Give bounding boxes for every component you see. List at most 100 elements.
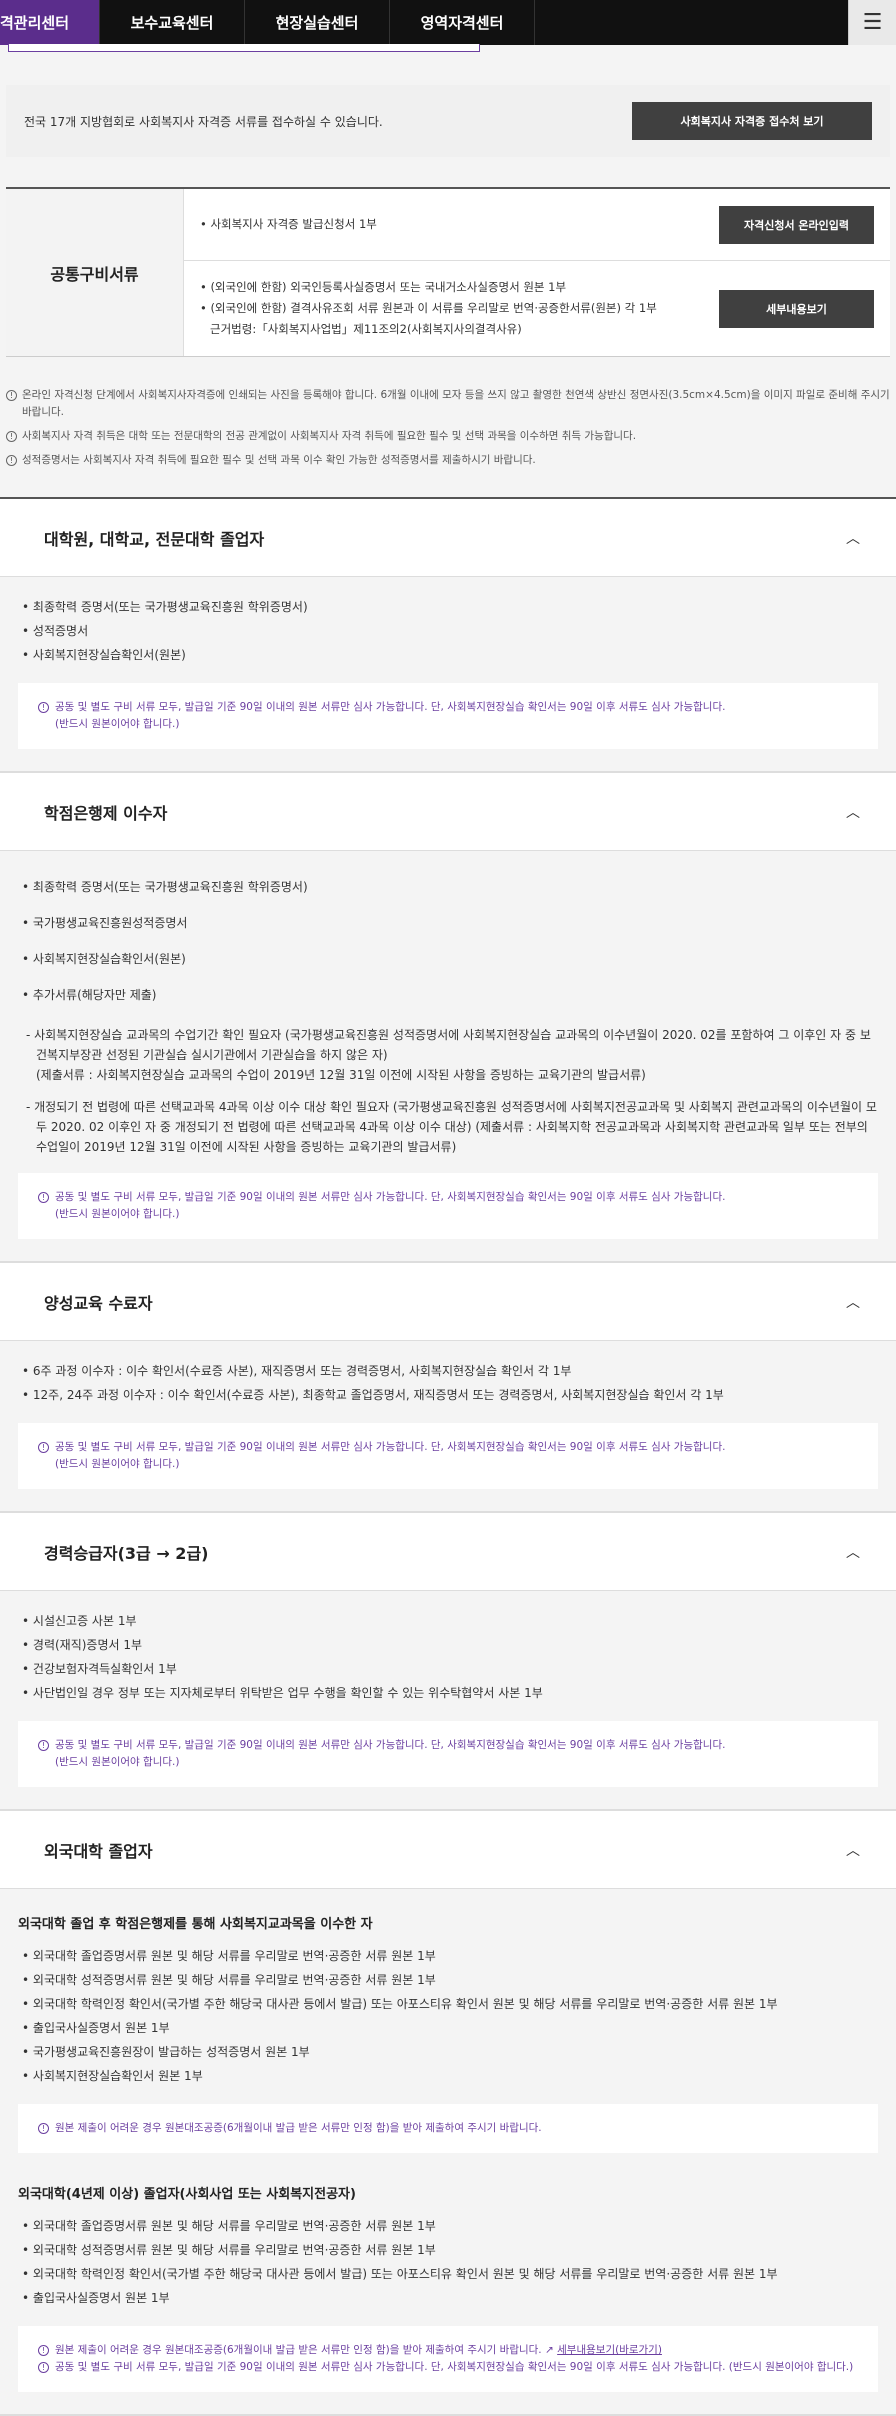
info-icon: !	[38, 2345, 49, 2356]
section-body-university: 최종학력 증명서(또는 국가평생교육진흥원 학위증명서) 성적증명서 사회복지현…	[0, 577, 896, 773]
notice-box: ! 공동 및 별도 구비 서류 모두, 발급일 기준 90일 이내의 원본 서류만…	[18, 1423, 878, 1489]
list-item: 최종학력 증명서(또는 국가평생교육진흥원 학위증명서)	[18, 869, 878, 905]
notice-text: 원본 제출이 어려운 경우 원본대조공증(6개월이내 발급 받은 서류만 인정 …	[55, 2122, 542, 2134]
info-icon: !	[6, 390, 17, 401]
list-item: 사회복지현장실습확인서 원본 1부	[18, 2064, 878, 2088]
notice-box: ! 원본 제출이 어려운 경우 원본대조공증(6개월이내 발급 받은 서류만 인정…	[18, 2104, 878, 2153]
list-item: 외국대학 졸업증명서류 원본 및 해당 서류를 우리말로 번역·공증한 서류 원…	[18, 1944, 878, 1968]
section-body-training: 6주 과정 이수자 : 이수 확인서(수료증 사본), 재직증명서 또는 경력증…	[0, 1341, 896, 1513]
reception-info-box: 전국 17개 지방협회로 사회복지사 자격증 서류를 접수하실 수 있습니다. …	[6, 85, 890, 157]
section-body-credit-bank: 최종학력 증명서(또는 국가평생교육진흥원 학위증명서) 국가평생교육진흥원성적…	[0, 851, 896, 1263]
sub-item: - 개정되기 전 법령에 따른 선택교과목 4과목 이상 이수 대상 확인 필요…	[26, 1100, 877, 1154]
list-item: 사단법인일 경우 정부 또는 지자체로부터 위탁받은 업무 수행을 확인할 수 …	[18, 1681, 878, 1705]
list-item: 시설신고증 사본 1부	[18, 1609, 878, 1633]
section-title: 경력승급자(3급 → 2급)	[44, 1543, 209, 1563]
view-reception-button[interactable]: 사회복지사 자격증 접수처 보기	[632, 102, 872, 140]
info-icon: !	[38, 1442, 49, 1453]
section-header-career-upgrade[interactable]: 경력승급자(3급 → 2급) ︿	[0, 1513, 896, 1591]
top-nav: 격관리센터 보수교육센터 현장실습센터 영역자격센터 ☰	[0, 0, 896, 45]
list-item: 6주 과정 이수자 : 이수 확인서(수료증 사본), 재직증명서 또는 경력증…	[18, 1359, 878, 1383]
list-item: 경력(재직)증명서 1부	[18, 1633, 878, 1657]
detail-link[interactable]: 세부내용보기(바로가기)	[557, 2344, 662, 2356]
notice-text: (반드시 원본이어야 합니다.)	[55, 718, 180, 730]
notice-text: 공동 및 별도 구비 서류 모두, 발급일 기준 90일 이내의 원본 서류만 …	[55, 1441, 726, 1453]
list-item: 최종학력 증명서(또는 국가평생교육진흥원 학위증명서)	[18, 595, 878, 619]
tab-field-practice[interactable]: 현장실습센터	[245, 0, 390, 45]
note-text: 사회복지사 자격 취득은 대학 또는 전문대학의 전공 관계없이 사회복지사 자…	[22, 430, 637, 442]
list-item: 출입국사실증명서 원본 1부	[18, 2286, 878, 2310]
chevron-up-icon[interactable]: ︿	[846, 1542, 860, 1562]
section-body-foreign-university: 외국대학 졸업 후 학점은행제를 통해 사회복지교과목을 이수한 자 외국대학 …	[0, 1889, 896, 2416]
notice-text: 공동 및 별도 구비 서류 모두, 발급일 기준 90일 이내의 원본 서류만 …	[55, 2361, 854, 2373]
info-icon: !	[38, 1192, 49, 1203]
notice-box: ! 공동 및 별도 구비 서류 모두, 발급일 기준 90일 이내의 원본 서류만…	[18, 1173, 878, 1239]
info-icon: !	[38, 1740, 49, 1751]
tab-qualification-center[interactable]: 격관리센터	[0, 0, 100, 45]
section-title: 학점은행제 이수자	[44, 803, 168, 823]
legal-basis-text: 근거법령:「사회복지사업법」제11조의2(사회복지사의결격사유)	[210, 322, 522, 336]
common-documents-table: 공통구비서류 • 사회복지사 자격증 발급신청서 1부 자격신청서 온라인입력 …	[6, 187, 890, 357]
list-item: 건강보험자격득실확인서 1부	[18, 1657, 878, 1681]
notice-text: (반드시 원본이어야 합니다.)	[55, 1458, 180, 1470]
list-item: 국가평생교육진흥원성적증명서	[18, 905, 878, 941]
list-item: 사회복지현장실습확인서(원본)	[18, 941, 878, 977]
common-doc-line: • (외국인에 한함) 결격사유조회 서류 원본과 이 서류를 우리말로 번역·…	[200, 301, 657, 315]
hamburger-icon[interactable]: ☰	[848, 0, 896, 45]
list-item: 외국대학 성적증명서류 원본 및 해당 서류를 우리말로 번역·공증한 서류 원…	[18, 1968, 878, 1992]
chevron-up-icon[interactable]: ︿	[846, 528, 860, 548]
notice-text: 원본 제출이 어려운 경우 원본대조공증(6개월이내 발급 받은 서류만 인정 …	[55, 2344, 542, 2356]
info-icon: !	[6, 431, 17, 442]
list-item: 출입국사실증명서 원본 1부	[18, 2016, 878, 2040]
list-item: 외국대학 성적증명서류 원본 및 해당 서류를 우리말로 번역·공증한 서류 원…	[18, 2238, 878, 2262]
notice-text: 공동 및 별도 구비 서류 모두, 발급일 기준 90일 이내의 원본 서류만 …	[55, 1739, 726, 1751]
online-application-button[interactable]: 자격신청서 온라인입력	[719, 205, 874, 244]
section-header-university[interactable]: 대학원, 대학교, 전문대학 졸업자 ︿	[0, 499, 896, 577]
sub-item-text: (제출서류 : 사회복지현장실습 교과목의 수업이 2019년 12월 31일 …	[36, 1068, 646, 1082]
notice-text: (반드시 원본이어야 합니다.)	[55, 1208, 180, 1220]
list-item: 사회복지현장실습확인서(원본)	[18, 643, 878, 667]
note-text: 성적증명서는 사회복지사 자격 취득에 필요한 필수 및 선택 과목 이수 확인…	[22, 454, 536, 466]
subsection-title: 외국대학 졸업 후 학점은행제를 통해 사회복지교과목을 이수한 자	[18, 1917, 373, 1932]
notice-box: ! 공동 및 별도 구비 서류 모두, 발급일 기준 90일 이내의 원본 서류만…	[18, 1721, 878, 1787]
section-title: 양성교육 수료자	[44, 1293, 153, 1313]
chevron-up-icon[interactable]: ︿	[846, 1840, 860, 1860]
reception-info-text: 전국 17개 지방협회로 사회복지사 자격증 서류를 접수하실 수 있습니다.	[24, 114, 383, 129]
section-title: 외국대학 졸업자	[44, 1841, 153, 1861]
info-icon: !	[38, 702, 49, 713]
common-doc-line: • 사회복지사 자격증 발급신청서 1부	[200, 217, 377, 231]
common-documents-label: 공통구비서류	[6, 189, 184, 356]
sub-item: - 사회복지현장실습 교과목의 수업기간 확인 필요자 (국가평생교육진흥원 성…	[18, 1025, 878, 1085]
active-tab-indicator	[8, 44, 480, 52]
section-header-foreign-university[interactable]: 외국대학 졸업자 ︿	[0, 1811, 896, 1889]
section-title: 대학원, 대학교, 전문대학 졸업자	[44, 529, 265, 549]
list-item: 외국대학 학력인정 확인서(국가별 주한 해당국 대사관 등에서 발급) 또는 …	[18, 2262, 878, 2286]
section-body-career-upgrade: 시설신고증 사본 1부 경력(재직)증명서 1부 건강보험자격득실확인서 1부 …	[0, 1591, 896, 1811]
section-header-credit-bank[interactable]: 학점은행제 이수자 ︿	[0, 773, 896, 851]
view-details-button[interactable]: 세부내용보기	[719, 289, 874, 328]
accordion-sections: 대학원, 대학교, 전문대학 졸업자 ︿ 최종학력 증명서(또는 국가평생교육진…	[0, 497, 896, 2416]
notice-box: ! 원본 제출이 어려운 경우 원본대조공증(6개월이내 발급 받은 서류만 인정…	[18, 2326, 878, 2392]
notice-text: 공동 및 별도 구비 서류 모두, 발급일 기준 90일 이내의 원본 서류만 …	[55, 1191, 726, 1203]
chevron-up-icon[interactable]: ︿	[846, 802, 860, 822]
list-item: 12주, 24주 과정 이수자 : 이수 확인서(수료증 사본), 최종학교 졸…	[18, 1383, 878, 1407]
list-item: 추가서류(해당자만 제출)	[18, 977, 878, 1013]
notes-list: ! 온라인 자격신청 단계에서 사회복지사자격증에 인쇄되는 사진을 등록해야 합…	[6, 387, 890, 469]
list-item: 외국대학 학력인정 확인서(국가별 주한 해당국 대사관 등에서 발급) 또는 …	[18, 1992, 878, 2016]
note-text: 온라인 자격신청 단계에서 사회복지사자격증에 인쇄되는 사진을 등록해야 합니…	[22, 389, 890, 418]
tab-continuing-education[interactable]: 보수교육센터	[100, 0, 245, 45]
list-item: 국가평생교육진흥원장이 발급하는 성적증명서 원본 1부	[18, 2040, 878, 2064]
list-item: 성적증명서	[18, 619, 878, 643]
tab-area-qualification[interactable]: 영역자격센터	[390, 0, 535, 45]
section-header-training[interactable]: 양성교육 수료자 ︿	[0, 1263, 896, 1341]
chevron-up-icon[interactable]: ︿	[846, 1292, 860, 1312]
notice-text: (반드시 원본이어야 합니다.)	[55, 1756, 180, 1768]
subsection-title: 외국대학(4년제 이상) 졸업자(사회사업 또는 사회복지전공자)	[18, 2187, 356, 2202]
common-doc-line: • (외국인에 한함) 외국인등록사실증명서 또는 국내거소사실증명서 원본 1…	[200, 280, 567, 294]
external-link-icon: ↗	[544, 2344, 554, 2356]
sub-item-text: - 사회복지현장실습 교과목의 수업기간 확인 필요자 (국가평생교육진흥원 성…	[26, 1028, 871, 1062]
info-icon: !	[38, 2362, 49, 2373]
info-icon: !	[38, 2123, 49, 2134]
list-item: 외국대학 졸업증명서류 원본 및 해당 서류를 우리말로 번역·공증한 서류 원…	[18, 2214, 878, 2238]
info-icon: !	[6, 455, 17, 466]
notice-text: 공동 및 별도 구비 서류 모두, 발급일 기준 90일 이내의 원본 서류만 …	[55, 701, 726, 713]
